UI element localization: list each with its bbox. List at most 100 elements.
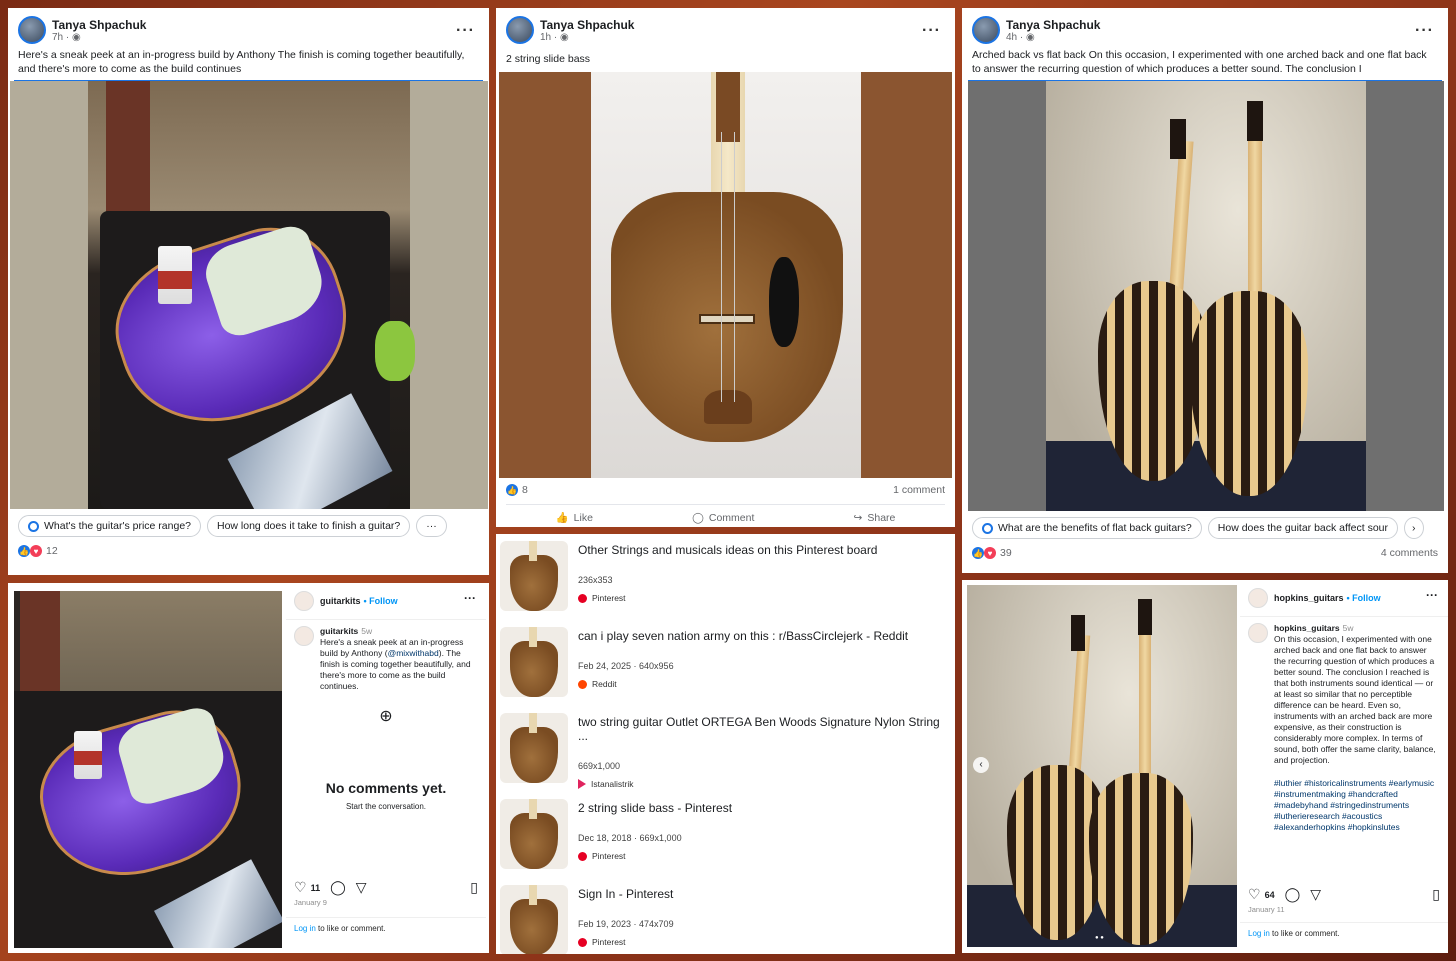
post-image[interactable] xyxy=(14,591,282,948)
author-name[interactable]: Tanya Shpachuk xyxy=(540,18,634,32)
fb-post-arched-vs-flat: Tanya Shpachuk 4h · ◉ ··· Arched back vs… xyxy=(962,8,1448,573)
like-count[interactable]: 11 xyxy=(311,883,321,893)
heart-icon[interactable]: ♡ xyxy=(294,879,307,896)
comment-count[interactable]: 4 comments xyxy=(1381,547,1438,559)
share-icon[interactable]: ▽ xyxy=(356,879,367,896)
comment-icon[interactable]: ◯ xyxy=(1285,886,1301,903)
thumb-bass-image xyxy=(510,813,558,869)
question-chip-price[interactable]: What's the guitar's price range? xyxy=(18,515,201,537)
reaction-count[interactable]: 8 xyxy=(522,484,528,496)
list-item[interactable]: can i play seven nation army on this : r… xyxy=(496,621,955,707)
result-thumbnail[interactable] xyxy=(500,885,568,954)
bookmark-icon[interactable]: ▯ xyxy=(1432,886,1440,903)
login-prompt: Log in to like or comment. xyxy=(286,917,486,939)
love-reaction-icon[interactable]: ♥ xyxy=(30,545,42,557)
post-image[interactable] xyxy=(968,81,1444,511)
comment-icon[interactable]: ◯ xyxy=(330,879,346,896)
bookmark-icon[interactable]: ▯ xyxy=(470,879,478,896)
list-item[interactable]: Other Strings and musicals ideas on this… xyxy=(496,535,955,621)
result-thumbnail[interactable] xyxy=(500,541,568,611)
lute-left-head-image xyxy=(1071,615,1085,651)
like-reaction-icon[interactable]: 👍 xyxy=(972,547,984,559)
author-avatar[interactable] xyxy=(972,16,1000,44)
result-source[interactable]: Pinterest xyxy=(578,851,732,861)
reaction-count[interactable]: 39 xyxy=(1000,547,1012,559)
question-chip-finish-time[interactable]: How long does it take to finish a guitar… xyxy=(207,515,411,537)
lute-right-neck-image xyxy=(1248,131,1262,301)
follow-label: Follow xyxy=(369,596,398,606)
ig-avatar[interactable] xyxy=(1248,588,1268,608)
login-link[interactable]: Log in xyxy=(294,924,316,933)
like-reaction-icon[interactable]: 👍 xyxy=(18,545,30,557)
result-title[interactable]: Other Strings and musicals ideas on this… xyxy=(578,543,877,557)
result-title[interactable]: Sign In - Pinterest xyxy=(578,887,674,901)
caption-username[interactable]: guitarkits xyxy=(320,626,358,636)
ig-username[interactable]: hopkins_guitars xyxy=(1274,593,1344,603)
result-title[interactable]: two string guitar Outlet ORTEGA Ben Wood… xyxy=(578,715,951,743)
post-time[interactable]: 1h · ◉ xyxy=(540,32,634,43)
hashtags[interactable]: #luthier #historicalinstruments #earlymu… xyxy=(1274,778,1440,833)
like-count[interactable]: 64 xyxy=(1265,890,1275,900)
tailpiece-image xyxy=(704,390,752,424)
result-source[interactable]: Pinterest xyxy=(578,593,877,603)
like-button[interactable]: 👍 Like xyxy=(556,511,593,525)
more-options-icon[interactable]: ··· xyxy=(1415,22,1434,40)
result-source[interactable]: Reddit xyxy=(578,679,908,689)
thumb-neck-image xyxy=(529,627,537,647)
list-item[interactable]: Sign In - Pinterest Feb 19, 2023 · 474x7… xyxy=(496,879,955,954)
post-time[interactable]: 7h · ◉ xyxy=(52,32,146,43)
share-button[interactable]: ↪ Share xyxy=(854,511,896,524)
reaction-count[interactable]: 12 xyxy=(46,545,58,557)
follow-button[interactable]: • Follow xyxy=(1347,593,1381,603)
ig-username[interactable]: guitarkits xyxy=(320,596,361,606)
question-chip-flat-back[interactable]: What are the benefits of flat back guita… xyxy=(972,517,1202,539)
f-hole-image xyxy=(769,257,799,347)
question-chip-back-sound[interactable]: How does the guitar back affect sour xyxy=(1207,517,1399,539)
post-image[interactable] xyxy=(499,72,952,478)
post-time[interactable]: 4h · ◉ xyxy=(1006,32,1100,43)
comment-count[interactable]: 1 comment xyxy=(893,484,945,496)
list-item[interactable]: 2 string slide bass - Pinterest Dec 18, … xyxy=(496,793,955,879)
more-options-icon[interactable]: ··· xyxy=(922,22,941,40)
ig-avatar[interactable] xyxy=(1248,623,1268,643)
author-name[interactable]: Tanya Shpachuk xyxy=(1006,18,1100,32)
comment-button[interactable]: ◯ Comment xyxy=(692,511,754,524)
list-item[interactable]: two string guitar Outlet ORTEGA Ben Wood… xyxy=(496,707,955,793)
author-name[interactable]: Tanya Shpachuk xyxy=(52,18,146,32)
ig-avatar[interactable] xyxy=(294,591,314,611)
more-options-icon[interactable]: ··· xyxy=(1426,588,1438,602)
more-options-icon[interactable]: ··· xyxy=(464,591,476,605)
share-icon[interactable]: ▽ xyxy=(1310,886,1321,903)
caption-username[interactable]: hopkins_guitars xyxy=(1274,623,1340,633)
no-comments-title: No comments yet. xyxy=(325,780,447,796)
heart-icon[interactable]: ♡ xyxy=(1248,886,1261,903)
author-avatar[interactable] xyxy=(18,16,46,44)
result-source[interactable]: Istanalistrik xyxy=(578,779,951,789)
suggested-questions: What's the guitar's price range? How lon… xyxy=(8,509,489,543)
author-avatar[interactable] xyxy=(506,16,534,44)
result-title[interactable]: can i play seven nation army on this : r… xyxy=(578,629,908,643)
result-thumbnail[interactable] xyxy=(500,799,568,869)
instagram-post-guitarkits: guitarkits • Follow ··· guitarkits 5w Her… xyxy=(8,583,489,953)
follow-button[interactable]: • Follow xyxy=(364,596,398,606)
result-title[interactable]: 2 string slide bass - Pinterest xyxy=(578,801,732,815)
lute-left-neck-image xyxy=(1067,634,1091,786)
more-options-icon[interactable]: ··· xyxy=(456,22,475,40)
like-reaction-icon[interactable]: 👍 xyxy=(506,484,518,496)
next-questions-button[interactable]: › xyxy=(1404,517,1424,539)
carousel-prev-icon[interactable]: ‹ xyxy=(973,757,989,773)
lute-left-head-image xyxy=(1170,119,1186,159)
result-thumbnail[interactable] xyxy=(500,713,568,783)
post-image[interactable] xyxy=(10,81,488,509)
ig-avatar[interactable] xyxy=(294,626,314,646)
post-image[interactable]: ‹ ● ● xyxy=(967,585,1237,947)
login-link[interactable]: Log in xyxy=(1248,929,1270,938)
pinterest-icon xyxy=(578,937,587,947)
mention-link[interactable]: @mixwithabd xyxy=(388,648,439,658)
result-thumbnail[interactable] xyxy=(500,627,568,697)
add-comment-icon[interactable]: ⊕ xyxy=(286,706,486,726)
more-questions-button[interactable]: ··· xyxy=(416,515,447,537)
bridge-image xyxy=(699,314,755,324)
result-source[interactable]: Pinterest xyxy=(578,937,674,947)
love-reaction-icon[interactable]: ♥ xyxy=(984,547,996,559)
